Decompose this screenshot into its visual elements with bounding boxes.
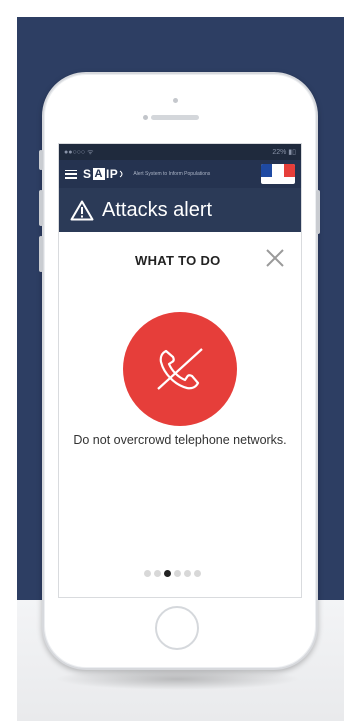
page-indicator[interactable] bbox=[144, 570, 201, 577]
alert-banner: Attacks alert bbox=[59, 188, 301, 232]
signal-indicator: ●●○○○ ᯤ bbox=[64, 148, 94, 156]
proximity-sensor bbox=[173, 98, 178, 103]
home-button[interactable] bbox=[155, 606, 199, 650]
page-dot[interactable] bbox=[144, 570, 151, 577]
menu-icon[interactable] bbox=[65, 169, 77, 179]
phone-shadow bbox=[55, 668, 300, 690]
close-icon[interactable] bbox=[264, 247, 286, 269]
page-dot[interactable] bbox=[194, 570, 201, 577]
app-tagline: Alert System to Inform Populations bbox=[133, 171, 211, 177]
advice-icon-circle bbox=[123, 312, 237, 426]
saip-logo: S A IP bbox=[83, 167, 125, 181]
earpiece-speaker bbox=[151, 115, 199, 120]
volume-down-button bbox=[39, 236, 43, 272]
logo-text-start: S bbox=[83, 167, 92, 181]
advice-text: Do not overcrowd telephone networks. bbox=[73, 433, 287, 447]
status-bar: ●●○○○ ᯤ 22% ▮▯ bbox=[59, 144, 301, 160]
mute-switch bbox=[39, 150, 43, 170]
front-camera bbox=[143, 115, 148, 120]
alert-title: Attacks alert bbox=[102, 198, 213, 221]
broadcast-icon bbox=[119, 170, 123, 178]
government-flag-logo bbox=[261, 164, 295, 184]
logo-text-end: IP bbox=[105, 167, 119, 181]
power-button bbox=[316, 190, 320, 234]
card-title: WHAT TO DO bbox=[135, 253, 221, 268]
page-dot[interactable] bbox=[154, 570, 161, 577]
page-dot-active[interactable] bbox=[164, 570, 171, 577]
volume-up-button bbox=[39, 190, 43, 226]
battery-indicator: 22% ▮▯ bbox=[272, 149, 296, 156]
app-header: S A IP Alert System to Inform Population… bbox=[59, 160, 301, 188]
logo-text-box: A bbox=[92, 168, 105, 180]
page-dot[interactable] bbox=[174, 570, 181, 577]
no-phone-icon bbox=[157, 348, 203, 390]
card-header: WHAT TO DO bbox=[59, 232, 301, 288]
warning-icon bbox=[70, 200, 94, 220]
page-dot[interactable] bbox=[184, 570, 191, 577]
